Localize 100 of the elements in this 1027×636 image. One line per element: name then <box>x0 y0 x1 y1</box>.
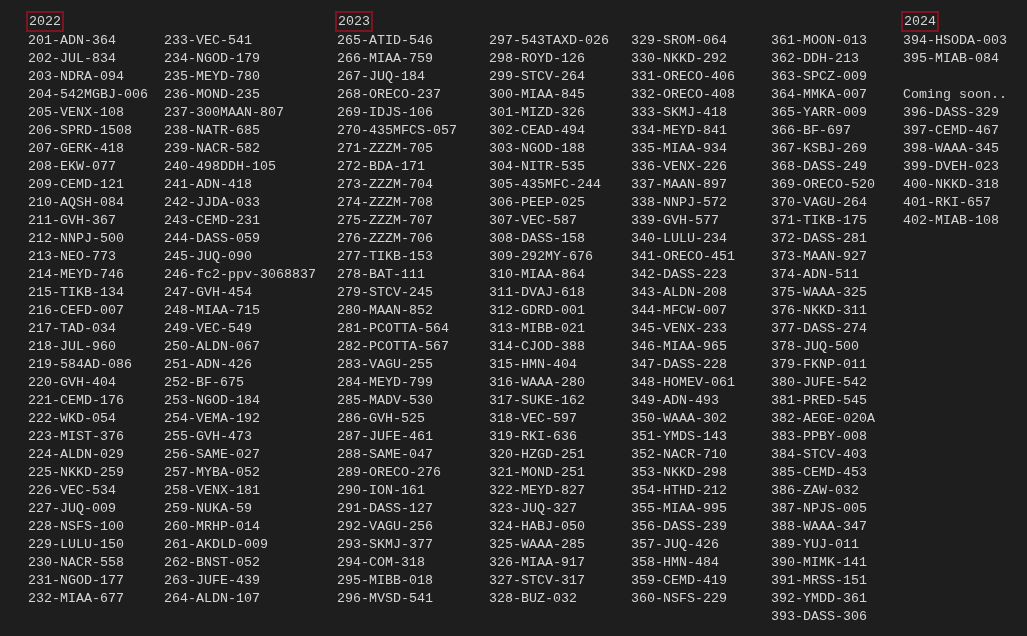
code-entry: 219-584AD-086 <box>28 356 133 374</box>
code-entry: 336-VENX-226 <box>631 158 728 176</box>
code-entry: 334-MEYD-841 <box>631 122 728 140</box>
code-entry: 256-SAME-027 <box>164 446 261 464</box>
code-entry: 381-PRED-545 <box>771 392 868 410</box>
code-entry: 321-MOND-251 <box>489 464 586 482</box>
code-entry: 235-MEYD-780 <box>164 68 261 86</box>
code-entry: 332-ORECO-408 <box>631 86 736 104</box>
code-entry: 229-LULU-150 <box>28 536 125 554</box>
year-heading: 2022 <box>26 11 64 32</box>
code-entry: 216-CEFD-007 <box>28 302 125 320</box>
code-entry: 227-JUQ-009 <box>28 500 117 518</box>
code-entry: 305-435MFC-244 <box>489 176 602 194</box>
code-entry: 349-ADN-493 <box>631 392 720 410</box>
code-entry: 333-SKMJ-418 <box>631 104 728 122</box>
code-entry: 363-SPCZ-009 <box>771 68 868 86</box>
code-entry: 259-NUKA-59 <box>164 500 253 518</box>
code-entry: 265-ATID-546 <box>337 32 434 50</box>
code-entry: 272-BDA-171 <box>337 158 426 176</box>
code-entry: 210-AQSH-084 <box>28 194 125 212</box>
code-entry: 352-NACR-710 <box>631 446 728 464</box>
code-entry: 274-ZZZM-708 <box>337 194 434 212</box>
code-entry: 251-ADN-426 <box>164 356 253 374</box>
code-entry: 267-JUQ-184 <box>337 68 426 86</box>
code-entry: 384-STCV-403 <box>771 446 868 464</box>
code-entry: 233-VEC-541 <box>164 32 253 50</box>
code-entry: 271-ZZZM-705 <box>337 140 434 158</box>
code-entry: 275-ZZZM-707 <box>337 212 434 230</box>
code-entry: 399-DVEH-023 <box>903 158 1000 176</box>
code-entry: 310-MIAA-864 <box>489 266 586 284</box>
code-entry: 230-NACR-558 <box>28 554 125 572</box>
code-entry: 300-MIAA-845 <box>489 86 586 104</box>
code-entry: 337-MAAN-897 <box>631 176 728 194</box>
code-entry: 262-BNST-052 <box>164 554 261 572</box>
code-entry: 282-PCOTTA-567 <box>337 338 450 356</box>
code-entry: 283-VAGU-255 <box>337 356 434 374</box>
code-entry: 370-VAGU-264 <box>771 194 868 212</box>
code-entry: 263-JUFE-439 <box>164 572 261 590</box>
code-entry: 258-VENX-181 <box>164 482 261 500</box>
code-entry: 339-GVH-577 <box>631 212 720 230</box>
code-entry: 247-GVH-454 <box>164 284 253 302</box>
code-entry: 353-NKKD-298 <box>631 464 728 482</box>
code-entry: 362-DDH-213 <box>771 50 860 68</box>
code-entry: 394-HSODA-003 <box>903 32 1008 50</box>
code-entry: 261-AKDLD-009 <box>164 536 269 554</box>
code-entry: 297-543TAXD-026 <box>489 32 610 50</box>
code-entry: 400-NKKD-318 <box>903 176 1000 194</box>
code-entry: 396-DASS-329 <box>903 104 1000 122</box>
code-entry: 211-GVH-367 <box>28 212 117 230</box>
code-entry: 270-435MFCS-057 <box>337 122 458 140</box>
code-entry: 226-VEC-534 <box>28 482 117 500</box>
code-entry: 248-MIAA-715 <box>164 302 261 320</box>
code-entry: 288-SAME-047 <box>337 446 434 464</box>
code-entry: 316-WAAA-280 <box>489 374 586 392</box>
code-entry: 308-DASS-158 <box>489 230 586 248</box>
code-entry: 208-EKW-077 <box>28 158 117 176</box>
code-entry: 309-292MY-676 <box>489 248 594 266</box>
code-entry: 391-MRSS-151 <box>771 572 868 590</box>
code-entry: 291-DASS-127 <box>337 500 434 518</box>
code-entry: 345-VENX-233 <box>631 320 728 338</box>
code-entry: 244-DASS-059 <box>164 230 261 248</box>
code-entry: 292-VAGU-256 <box>337 518 434 536</box>
code-entry: 294-COM-318 <box>337 554 426 572</box>
code-entry: 376-NKKD-311 <box>771 302 868 320</box>
code-entry: 266-MIAA-759 <box>337 50 434 68</box>
year-heading: 2024 <box>901 11 939 32</box>
code-entry: 245-JUQ-090 <box>164 248 253 266</box>
code-entry: 204-542MGBJ-006 <box>28 86 149 104</box>
code-entry: 351-YMDS-143 <box>631 428 728 446</box>
code-entry: 220-GVH-404 <box>28 374 117 392</box>
code-entry: 395-MIAB-084 <box>903 50 1000 68</box>
code-entry: 201-ADN-364 <box>28 32 117 50</box>
code-entry: 279-STCV-245 <box>337 284 434 302</box>
code-entry: 359-CEMD-419 <box>631 572 728 590</box>
code-entry: 398-WAAA-345 <box>903 140 1000 158</box>
code-entry: 250-ALDN-067 <box>164 338 261 356</box>
code-entry: 236-MOND-235 <box>164 86 261 104</box>
code-entry: 306-PEEP-025 <box>489 194 586 212</box>
code-entry: 379-FKNP-011 <box>771 356 868 374</box>
code-entry: 364-MMKA-007 <box>771 86 868 104</box>
code-entry: 343-ALDN-208 <box>631 284 728 302</box>
code-entry: 240-498DDH-105 <box>164 158 277 176</box>
code-entry: 397-CEMD-467 <box>903 122 1000 140</box>
code-entry: 273-ZZZM-704 <box>337 176 434 194</box>
code-entry: 323-JUQ-327 <box>489 500 578 518</box>
code-entry: 202-JUL-834 <box>28 50 117 68</box>
code-entry: 348-HOMEV-061 <box>631 374 736 392</box>
code-entry: 387-NPJS-005 <box>771 500 868 518</box>
code-entry: 269-IDJS-106 <box>337 104 434 122</box>
code-entry: 303-NGOD-188 <box>489 140 586 158</box>
code-entry: 314-CJOD-388 <box>489 338 586 356</box>
code-entry: 320-HZGD-251 <box>489 446 586 464</box>
code-entry: 286-GVH-525 <box>337 410 426 428</box>
code-entry: 361-MOON-013 <box>771 32 868 50</box>
code-entry: 276-ZZZM-706 <box>337 230 434 248</box>
code-entry: 257-MYBA-052 <box>164 464 261 482</box>
code-entry: 223-MIST-376 <box>28 428 125 446</box>
code-entry: 268-ORECO-237 <box>337 86 442 104</box>
code-entry: 312-GDRD-001 <box>489 302 586 320</box>
code-entry: 325-WAAA-285 <box>489 536 586 554</box>
